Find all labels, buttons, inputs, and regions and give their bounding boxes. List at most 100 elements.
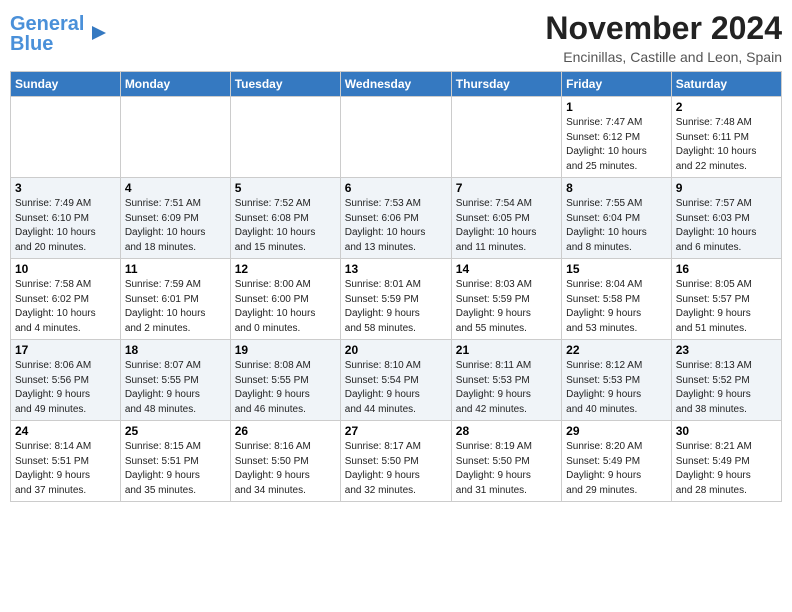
logo-text: General Blue <box>10 14 84 54</box>
col-header-monday: Monday <box>120 72 230 97</box>
day-number: 13 <box>345 262 447 276</box>
calendar-cell <box>340 97 451 178</box>
day-number: 21 <box>456 343 557 357</box>
col-header-friday: Friday <box>562 72 672 97</box>
calendar-cell: 18 Sunrise: 8:07 AMSunset: 5:55 PMDayligh… <box>120 340 230 421</box>
day-info: Sunrise: 8:04 AMSunset: 5:58 PMDaylight:… <box>566 278 667 336</box>
header-row: SundayMondayTuesdayWednesdayThursdayFrid… <box>11 72 782 97</box>
day-number: 30 <box>676 424 777 438</box>
day-number: 6 <box>345 181 447 195</box>
day-number: 3 <box>15 181 116 195</box>
day-info: Sunrise: 8:03 AMSunset: 5:59 PMDaylight:… <box>456 278 557 336</box>
day-number: 18 <box>125 343 226 357</box>
day-info: Sunrise: 7:52 AMSunset: 6:08 PMDaylight:… <box>235 197 336 255</box>
day-number: 25 <box>125 424 226 438</box>
day-info: Sunrise: 8:19 AMSunset: 5:50 PMDaylight:… <box>456 440 557 498</box>
calendar-cell: 13 Sunrise: 8:01 AMSunset: 5:59 PMDayligh… <box>340 259 451 340</box>
col-header-tuesday: Tuesday <box>230 72 340 97</box>
day-info: Sunrise: 8:00 AMSunset: 6:00 PMDaylight:… <box>235 278 336 336</box>
calendar-cell: 4 Sunrise: 7:51 AMSunset: 6:09 PMDaylight… <box>120 178 230 259</box>
calendar-cell: 20 Sunrise: 8:10 AMSunset: 5:54 PMDayligh… <box>340 340 451 421</box>
calendar-cell: 7 Sunrise: 7:54 AMSunset: 6:05 PMDaylight… <box>451 178 561 259</box>
col-header-sunday: Sunday <box>11 72 121 97</box>
day-number: 20 <box>345 343 447 357</box>
day-number: 7 <box>456 181 557 195</box>
day-number: 8 <box>566 181 667 195</box>
day-info: Sunrise: 8:07 AMSunset: 5:55 PMDaylight:… <box>125 359 226 417</box>
day-info: Sunrise: 7:51 AMSunset: 6:09 PMDaylight:… <box>125 197 226 255</box>
calendar-cell <box>230 97 340 178</box>
logo-blue: Blue <box>10 33 53 55</box>
title-block: November 2024 Encinillas, Castille and L… <box>545 10 782 65</box>
day-number: 26 <box>235 424 336 438</box>
day-number: 16 <box>676 262 777 276</box>
calendar-cell: 29 Sunrise: 8:20 AMSunset: 5:49 PMDayligh… <box>562 421 672 502</box>
day-info: Sunrise: 8:16 AMSunset: 5:50 PMDaylight:… <box>235 440 336 498</box>
logo-general: General <box>10 13 84 35</box>
day-number: 14 <box>456 262 557 276</box>
day-info: Sunrise: 7:47 AMSunset: 6:12 PMDaylight:… <box>566 116 667 174</box>
day-info: Sunrise: 7:58 AMSunset: 6:02 PMDaylight:… <box>15 278 116 336</box>
day-info: Sunrise: 8:17 AMSunset: 5:50 PMDaylight:… <box>345 440 447 498</box>
calendar-cell: 23Sunrise: 8:13 AMSunset: 5:52 PMDayligh… <box>671 340 781 421</box>
week-row-5: 24 Sunrise: 8:14 AMSunset: 5:51 PMDayligh… <box>11 421 782 502</box>
calendar-cell: 15 Sunrise: 8:04 AMSunset: 5:58 PMDayligh… <box>562 259 672 340</box>
day-number: 29 <box>566 424 667 438</box>
calendar-cell: 3 Sunrise: 7:49 AMSunset: 6:10 PMDaylight… <box>11 178 121 259</box>
calendar-cell <box>11 97 121 178</box>
col-header-thursday: Thursday <box>451 72 561 97</box>
day-number: 12 <box>235 262 336 276</box>
week-row-4: 17 Sunrise: 8:06 AMSunset: 5:56 PMDayligh… <box>11 340 782 421</box>
day-info: Sunrise: 7:49 AMSunset: 6:10 PMDaylight:… <box>15 197 116 255</box>
day-number: 24 <box>15 424 116 438</box>
day-number: 27 <box>345 424 447 438</box>
calendar-cell: 10 Sunrise: 7:58 AMSunset: 6:02 PMDayligh… <box>11 259 121 340</box>
day-number: 1 <box>566 100 667 114</box>
day-info: Sunrise: 8:14 AMSunset: 5:51 PMDaylight:… <box>15 440 116 498</box>
col-header-saturday: Saturday <box>671 72 781 97</box>
calendar-cell: 16 Sunrise: 8:05 AMSunset: 5:57 PMDayligh… <box>671 259 781 340</box>
calendar-cell: 30 Sunrise: 8:21 AMSunset: 5:49 PMDayligh… <box>671 421 781 502</box>
calendar-cell: 6 Sunrise: 7:53 AMSunset: 6:06 PMDaylight… <box>340 178 451 259</box>
calendar-cell: 27 Sunrise: 8:17 AMSunset: 5:50 PMDayligh… <box>340 421 451 502</box>
day-info: Sunrise: 7:53 AMSunset: 6:06 PMDaylight:… <box>345 197 447 255</box>
day-info: Sunrise: 8:01 AMSunset: 5:59 PMDaylight:… <box>345 278 447 336</box>
day-info: Sunrise: 7:54 AMSunset: 6:05 PMDaylight:… <box>456 197 557 255</box>
day-info: Sunrise: 8:11 AMSunset: 5:53 PMDaylight:… <box>456 359 557 417</box>
calendar-cell: 19Sunrise: 8:08 AMSunset: 5:55 PMDayligh… <box>230 340 340 421</box>
day-number: 10 <box>15 262 116 276</box>
calendar-cell: 1 Sunrise: 7:47 AMSunset: 6:12 PMDaylight… <box>562 97 672 178</box>
day-info: Sunrise: 8:05 AMSunset: 5:57 PMDaylight:… <box>676 278 777 336</box>
day-number: 5 <box>235 181 336 195</box>
day-number: 2 <box>676 100 777 114</box>
calendar-cell: 25 Sunrise: 8:15 AMSunset: 5:51 PMDayligh… <box>120 421 230 502</box>
day-info: Sunrise: 8:10 AMSunset: 5:54 PMDaylight:… <box>345 359 447 417</box>
day-number: 15 <box>566 262 667 276</box>
calendar-cell: 22Sunrise: 8:12 AMSunset: 5:53 PMDayligh… <box>562 340 672 421</box>
day-info: Sunrise: 8:13 AMSunset: 5:52 PMDaylight:… <box>676 359 777 417</box>
day-info: Sunrise: 8:20 AMSunset: 5:49 PMDaylight:… <box>566 440 667 498</box>
week-row-2: 3 Sunrise: 7:49 AMSunset: 6:10 PMDaylight… <box>11 178 782 259</box>
location: Encinillas, Castille and Leon, Spain <box>545 49 782 65</box>
calendar-cell <box>120 97 230 178</box>
day-number: 19 <box>235 343 336 357</box>
day-info: Sunrise: 8:06 AMSunset: 5:56 PMDaylight:… <box>15 359 116 417</box>
day-info: Sunrise: 7:59 AMSunset: 6:01 PMDaylight:… <box>125 278 226 336</box>
calendar-cell: 28 Sunrise: 8:19 AMSunset: 5:50 PMDayligh… <box>451 421 561 502</box>
week-row-3: 10 Sunrise: 7:58 AMSunset: 6:02 PMDayligh… <box>11 259 782 340</box>
calendar-cell: 17 Sunrise: 8:06 AMSunset: 5:56 PMDayligh… <box>11 340 121 421</box>
calendar-cell: 5 Sunrise: 7:52 AMSunset: 6:08 PMDaylight… <box>230 178 340 259</box>
day-number: 28 <box>456 424 557 438</box>
day-info: Sunrise: 8:15 AMSunset: 5:51 PMDaylight:… <box>125 440 226 498</box>
day-number: 11 <box>125 262 226 276</box>
calendar-cell: 21 Sunrise: 8:11 AMSunset: 5:53 PMDayligh… <box>451 340 561 421</box>
col-header-wednesday: Wednesday <box>340 72 451 97</box>
day-number: 4 <box>125 181 226 195</box>
calendar-cell: 2Sunrise: 7:48 AMSunset: 6:11 PMDaylight… <box>671 97 781 178</box>
calendar-cell <box>451 97 561 178</box>
calendar-cell: 26 Sunrise: 8:16 AMSunset: 5:50 PMDayligh… <box>230 421 340 502</box>
day-number: 9 <box>676 181 777 195</box>
calendar-cell: 8Sunrise: 7:55 AMSunset: 6:04 PMDaylight… <box>562 178 672 259</box>
day-info: Sunrise: 8:21 AMSunset: 5:49 PMDaylight:… <box>676 440 777 498</box>
day-number: 17 <box>15 343 116 357</box>
